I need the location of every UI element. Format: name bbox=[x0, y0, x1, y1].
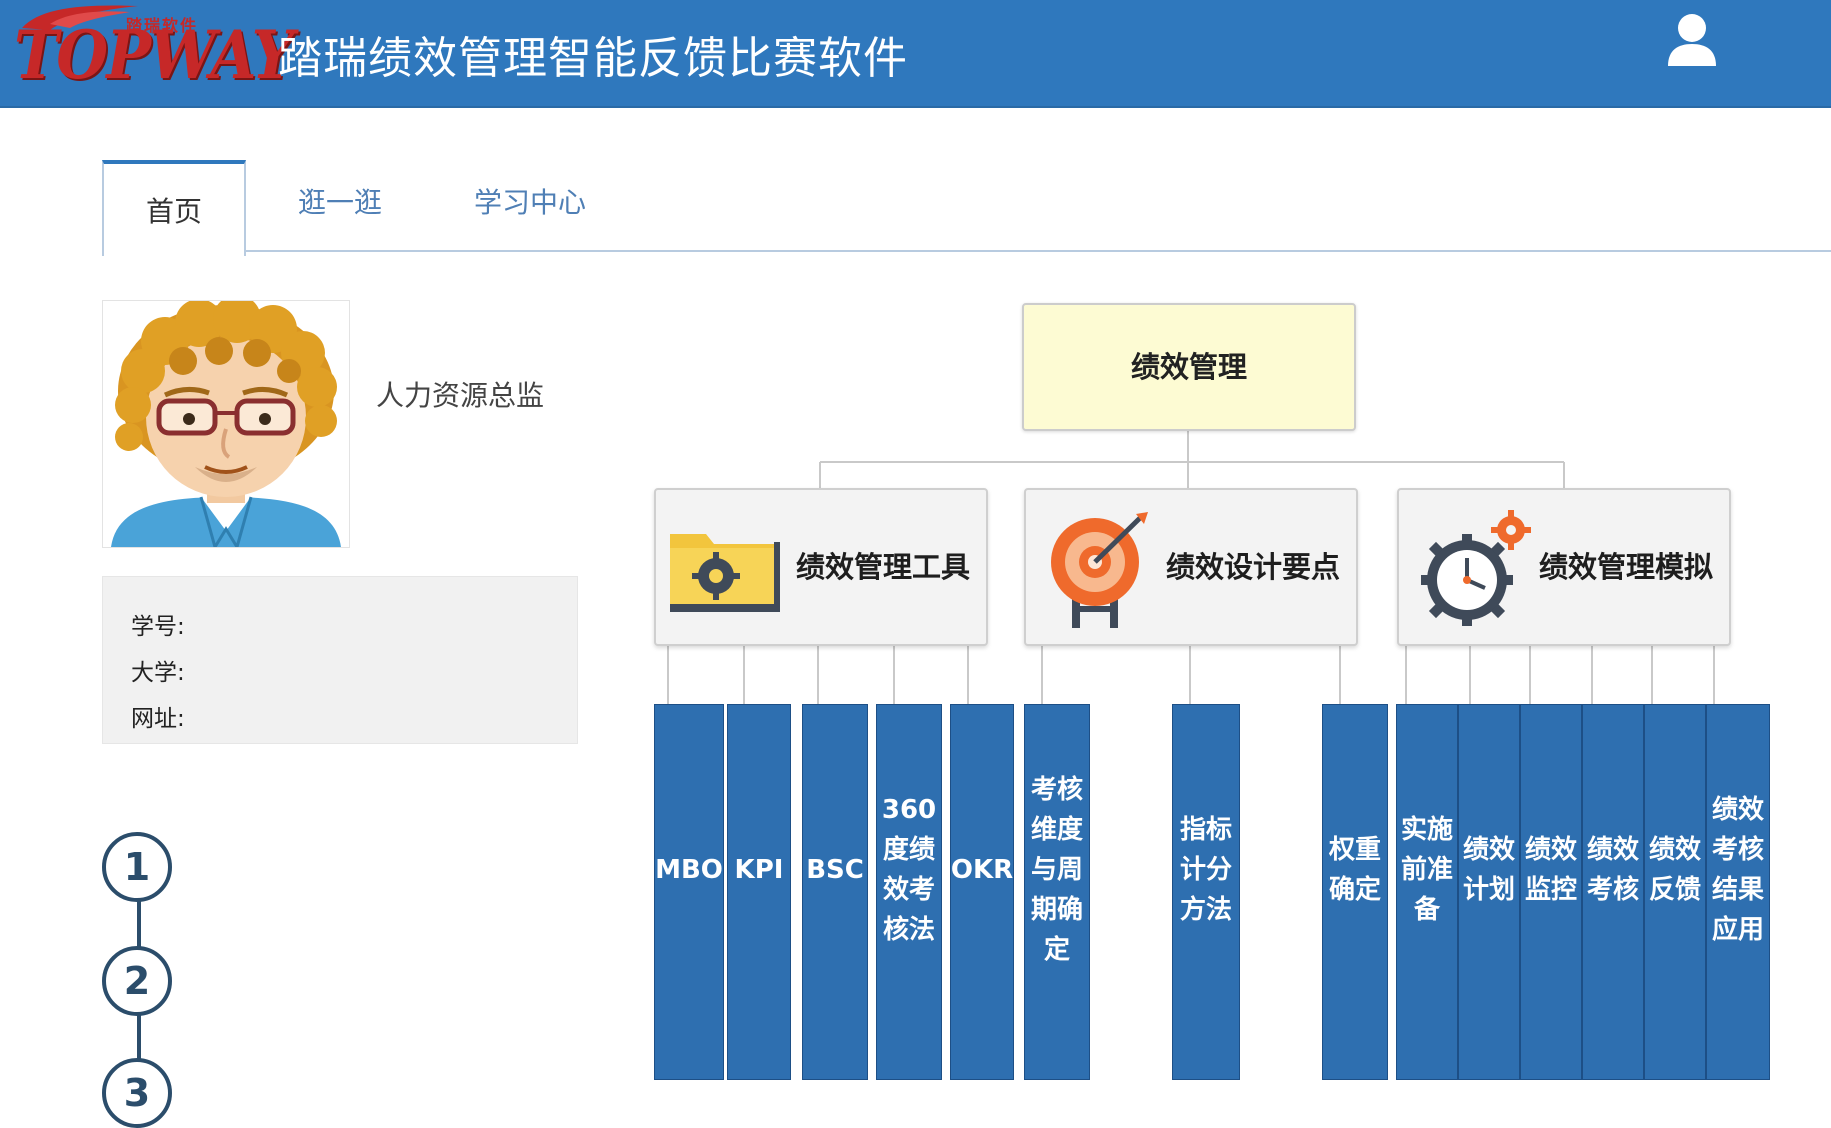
leaf-label: 绩效 反馈 bbox=[1648, 835, 1701, 905]
target-icon bbox=[1051, 512, 1148, 628]
category-label: 绩效管理工具 bbox=[796, 550, 971, 584]
leaf-label: 实施 前准备 bbox=[1400, 815, 1453, 925]
leaf-label: BSC bbox=[806, 855, 864, 885]
leaf-node[interactable]: 实施 前准备 bbox=[1396, 704, 1458, 1080]
leaf-label: 绩效 监控 bbox=[1524, 835, 1577, 905]
leaf-label: KPI bbox=[734, 855, 784, 885]
leaf-node[interactable]: MBO bbox=[654, 704, 724, 1080]
category-label: 绩效设计要点 bbox=[1166, 550, 1341, 584]
leaf-node[interactable]: BSC bbox=[802, 704, 868, 1080]
leaf-label: 权重 确定 bbox=[1328, 835, 1381, 905]
leaf-label: 绩效 考核 bbox=[1586, 835, 1639, 905]
leaf-node[interactable]: 权重 确定 bbox=[1322, 704, 1388, 1080]
leaf-node[interactable]: 360 度绩 效考 核法 bbox=[876, 704, 942, 1080]
leaf-node[interactable]: 绩效 监控 bbox=[1520, 704, 1582, 1080]
category-simulation[interactable]: 绩效管理模拟 bbox=[1397, 488, 1731, 646]
leaf-node[interactable]: 考核 维度 与周 期确定 bbox=[1024, 704, 1090, 1080]
clock-gear-icon bbox=[1421, 510, 1531, 626]
leaf-label: 绩效 考核 结果 应用 bbox=[1711, 795, 1764, 945]
leaf-node[interactable]: 绩效 计划 bbox=[1458, 704, 1520, 1080]
category-performance-tools[interactable]: 绩效管理工具 bbox=[654, 488, 988, 646]
category-design-points[interactable]: 绩效设计要点 bbox=[1024, 488, 1358, 646]
leaf-label: 绩效 计划 bbox=[1462, 835, 1515, 905]
leaf-node[interactable]: 绩效 反馈 bbox=[1644, 704, 1706, 1080]
leaf-node[interactable]: OKR bbox=[950, 704, 1014, 1080]
performance-org-chart: 绩效管理 绩效管理工具 绩效设计要点 绩效管理模拟 MBO KPI BSC 36… bbox=[0, 0, 1831, 1080]
leaf-node[interactable]: 指标 计分 方法 bbox=[1172, 704, 1240, 1080]
leaf-label: MBO bbox=[655, 855, 723, 885]
leaf-node[interactable]: 绩效 考核 bbox=[1582, 704, 1644, 1080]
leaf-node[interactable]: KPI bbox=[727, 704, 791, 1080]
root-node[interactable]: 绩效管理 bbox=[1022, 303, 1356, 431]
leaf-label: 指标 计分 方法 bbox=[1179, 815, 1232, 925]
leaf-node[interactable]: 绩效 考核 结果 应用 bbox=[1706, 704, 1770, 1080]
folder-gear-icon bbox=[670, 534, 780, 612]
leaf-label: 360 度绩 效考 核法 bbox=[881, 795, 937, 945]
category-label: 绩效管理模拟 bbox=[1539, 550, 1714, 584]
leaf-label: OKR bbox=[950, 855, 1014, 885]
leaf-label: 考核 维度 与周 期确定 bbox=[1030, 775, 1083, 965]
